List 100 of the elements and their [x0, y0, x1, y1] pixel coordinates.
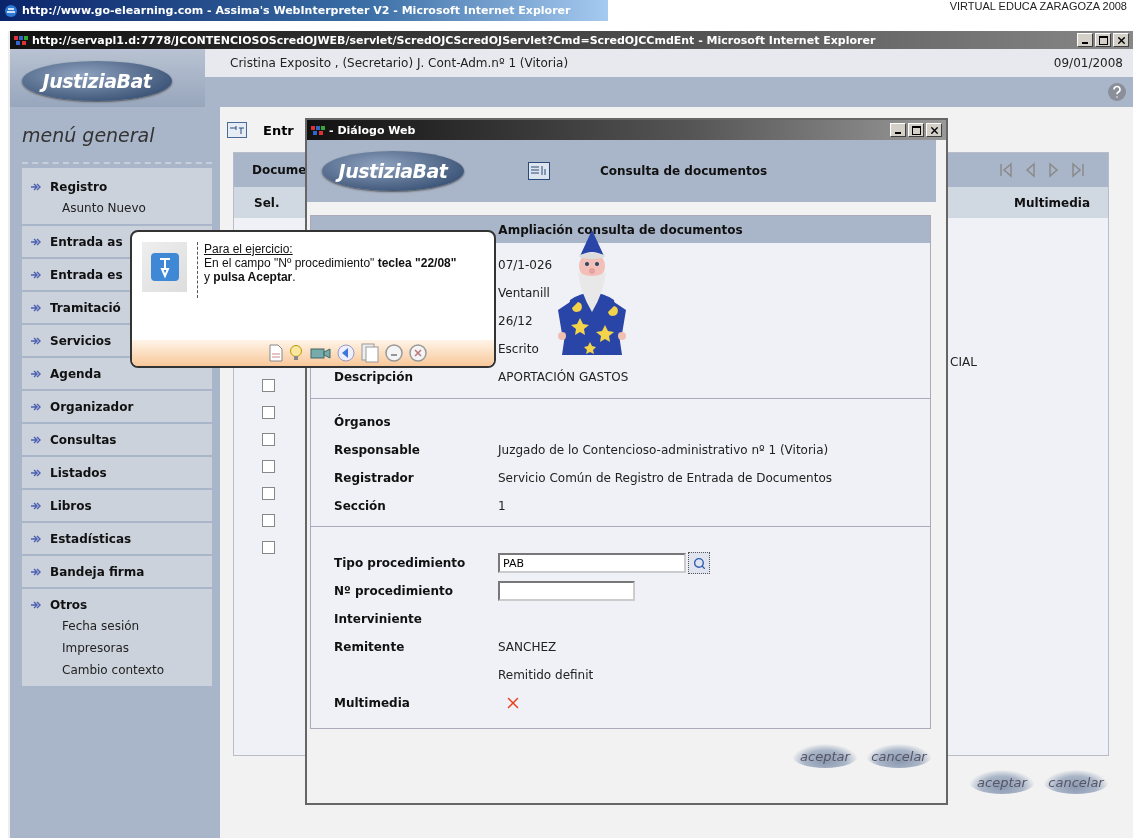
document-icon[interactable] [269, 344, 283, 362]
back-icon[interactable] [337, 344, 355, 362]
double-arrow-icon [30, 401, 42, 412]
double-arrow-icon [30, 467, 42, 478]
field-label: Responsable [334, 443, 421, 457]
field-label: Remitente [334, 640, 406, 654]
browser-icon [4, 3, 18, 18]
menu-item[interactable]: Registro [30, 176, 108, 197]
double-arrow-icon [30, 533, 42, 544]
table-cell-text: CIAL [950, 355, 978, 369]
double-arrow-icon [30, 236, 42, 247]
menu-item[interactable]: Estadísticas [30, 528, 132, 549]
field-label: Sección [334, 499, 387, 513]
minimize-button[interactable] [1077, 33, 1093, 47]
menu-item[interactable]: Bandeja firma [30, 561, 145, 582]
double-arrow-icon [30, 181, 42, 192]
app-icon [14, 34, 28, 46]
user-info: Cristina Exposito , (Secretario) J. Cont-Adm.nº 1 (Vitoria) [230, 56, 569, 70]
field-value: 1 [498, 499, 506, 513]
app-icon [311, 124, 325, 136]
double-arrow-icon [30, 566, 42, 577]
corner-text: VIRTUAL EDUCA ZARAGOZA 2008 [949, 0, 1128, 14]
workflow-icon [227, 122, 247, 138]
menu-item[interactable]: Agenda [30, 363, 102, 384]
menu-item[interactable]: Libros [30, 495, 92, 516]
double-arrow-icon [30, 434, 42, 445]
sidebar-title: menú general [22, 123, 155, 146]
menu-item[interactable]: Servicios [30, 330, 112, 351]
submenu-item[interactable]: Cambio contexto [30, 659, 212, 681]
maximize-icon [911, 125, 921, 135]
field-label: Interviniente [334, 612, 423, 626]
menu-item[interactable]: Entrada es [30, 264, 123, 285]
field-label: Órganos [334, 415, 392, 429]
dialog-heading: Consulta de documentos [600, 164, 768, 178]
window-title: http://www.go-elearning.com - Assima's WebInterpreter V2 - Microsoft Internet Explorer [22, 4, 571, 17]
field-value: Juzgado de lo Contencioso-administrativo nº 1 (Vitoria) [498, 443, 829, 457]
instruction-body: En el campo "Nº procedimiento" teclea "22/08" y pulsa Aceptar. [204, 256, 458, 284]
field-value: Escrito [498, 342, 539, 356]
close-icon [1115, 34, 1127, 46]
menu-item[interactable]: Tramitació [30, 297, 121, 318]
checkbox[interactable] [261, 406, 275, 419]
checkbox[interactable] [261, 514, 275, 527]
field-label: Multimedia [334, 696, 411, 710]
menu-item[interactable]: Organizador [30, 396, 134, 417]
double-arrow-icon [30, 302, 42, 313]
logo: JustiziaBat [322, 151, 464, 191]
checkbox[interactable] [261, 379, 275, 392]
clipboard-icon[interactable] [361, 343, 379, 363]
close-button[interactable] [1113, 33, 1129, 47]
dialog-title: - Diálogo Web [329, 123, 416, 137]
field-label: Descripción [334, 370, 414, 384]
field-value: Servicio Común de Registro de Entrada de Documentos [498, 471, 832, 485]
table-title: Docume [252, 163, 307, 177]
submenu-item[interactable]: Fecha sesión [30, 615, 212, 637]
double-arrow-icon [30, 269, 42, 280]
double-arrow-icon [30, 599, 42, 610]
double-arrow-icon [30, 335, 42, 346]
submenu-item[interactable]: Asunto Nuevo [30, 197, 212, 219]
window-title: http://servapl1.d:7778/JCONTENCIOSOScredOJWEB/servlet/ScredOJCScredOJServlet?Cmd=ScredOJCCmdEnt - Microsoft Internet Explorer [32, 33, 876, 47]
maximize-icon [1098, 35, 1108, 45]
field-value: Ventanill [498, 286, 550, 300]
minimize-button[interactable] [890, 123, 906, 137]
minimize-icon[interactable] [385, 344, 403, 362]
column-header: Sel. [254, 195, 280, 210]
page-title: Entr [263, 122, 294, 138]
field-value: SANCHEZ [498, 640, 557, 654]
input-field[interactable]: PAB [498, 553, 686, 573]
field-value: APORTACIÓN GASTOS [498, 370, 629, 384]
checkbox[interactable] [261, 541, 275, 554]
field-label: Registrador [334, 471, 415, 485]
maximize-button[interactable] [908, 123, 924, 137]
search-button[interactable] [688, 552, 710, 574]
search-icon [692, 556, 706, 570]
checkbox[interactable] [261, 487, 275, 500]
menu-item[interactable]: Consultas [30, 429, 117, 450]
field-label: Tipo procedimiento [334, 556, 467, 570]
checkbox[interactable] [261, 460, 275, 473]
field-value: Remitido definit [498, 668, 594, 682]
submenu-item[interactable]: Impresoras [30, 637, 212, 659]
field-value: 07/1-026 [498, 258, 553, 272]
input-field[interactable] [498, 581, 635, 601]
date-text: 09/01/2008 [1053, 56, 1123, 70]
logo: JustiziaBat [22, 61, 172, 101]
camera-icon[interactable] [309, 346, 331, 360]
help-icon[interactable] [1107, 82, 1127, 102]
column-header: Multimedia [1014, 195, 1090, 210]
menu-item[interactable]: Listados [30, 462, 107, 483]
field-label: Nº procedimiento [334, 584, 454, 598]
menu-item[interactable]: Entrada as [30, 231, 123, 252]
double-arrow-icon [30, 500, 42, 511]
close-icon [928, 124, 940, 136]
menu-item[interactable]: Otros [30, 594, 88, 615]
instruction-heading: Para el ejercicio: [204, 242, 294, 256]
field-value: 26/12 [498, 314, 533, 328]
lightbulb-icon[interactable] [289, 344, 303, 362]
maximize-button[interactable] [1095, 33, 1111, 47]
close-button[interactable] [926, 123, 942, 137]
close-icon[interactable] [409, 344, 427, 362]
checkbox[interactable] [261, 433, 275, 446]
double-arrow-icon [30, 368, 42, 379]
